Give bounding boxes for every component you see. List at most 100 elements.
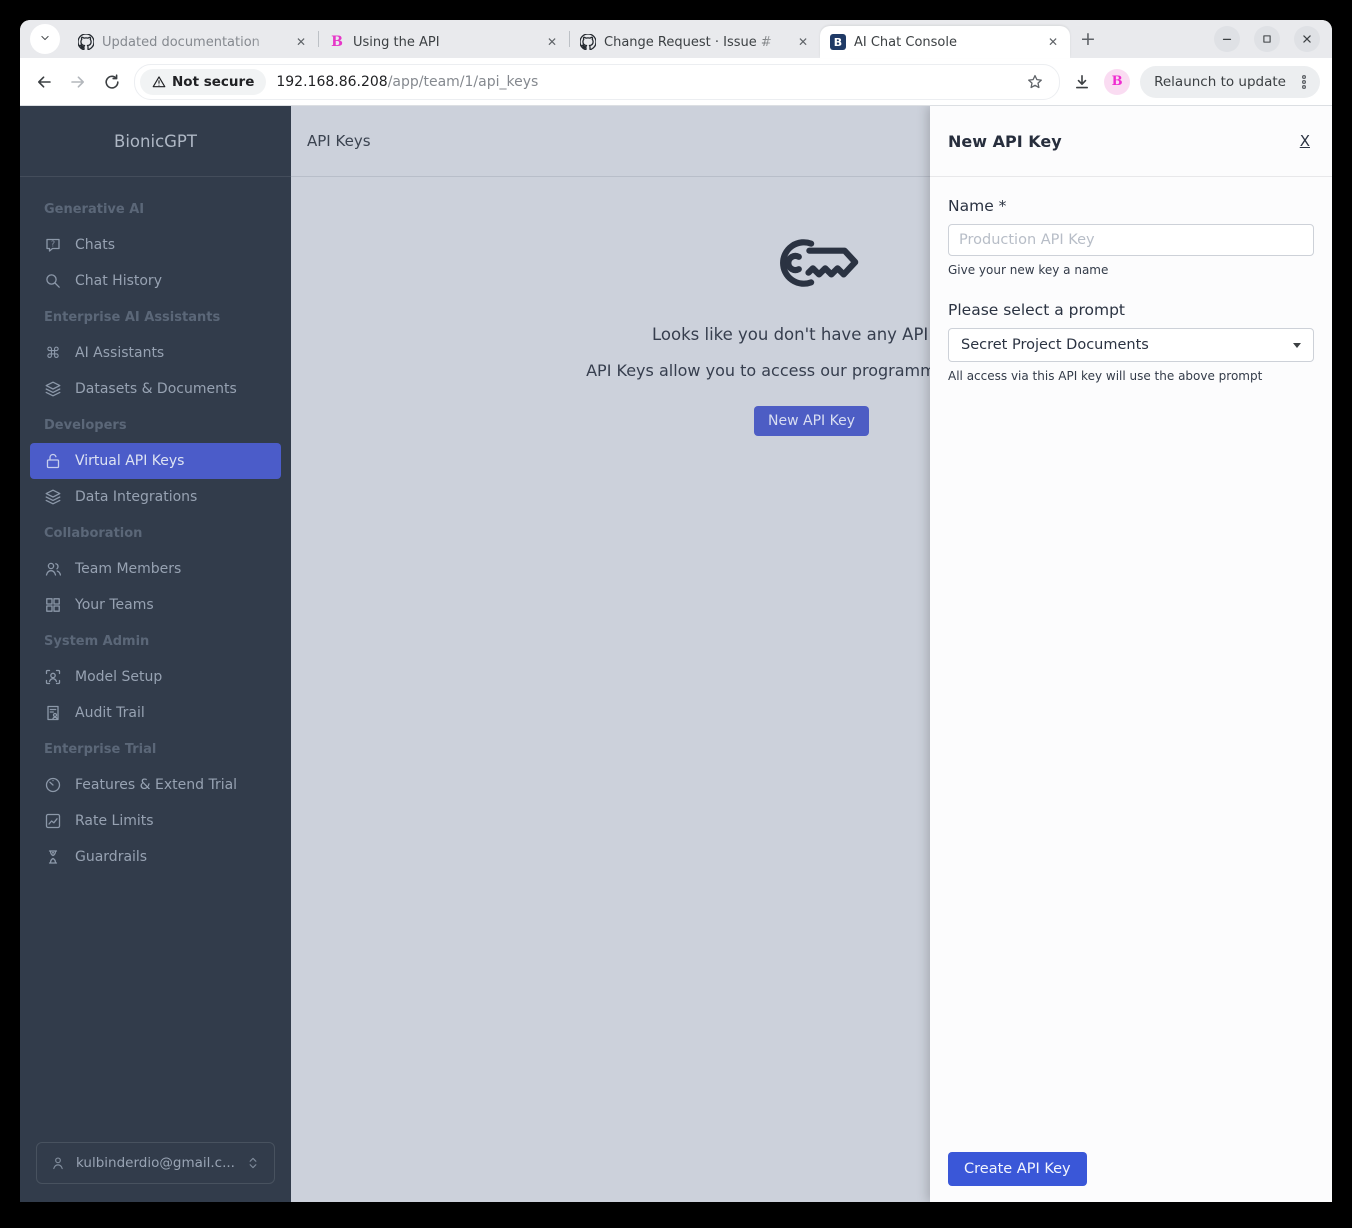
panel-footer: Create API Key <box>930 1136 1332 1202</box>
back-icon[interactable] <box>32 70 56 94</box>
tab-title: Using the API <box>353 34 440 50</box>
nav-section-header: Collaboration <box>44 525 143 541</box>
window-minimize-icon[interactable] <box>1214 26 1240 52</box>
address-bar[interactable]: Not secure 192.168.86.208/app/team/1/api… <box>134 63 1061 100</box>
reload-icon[interactable] <box>100 70 124 94</box>
sidebar-item-label: Chat History <box>75 273 162 289</box>
sidebar-item-label: Model Setup <box>75 669 163 685</box>
sidebar-nav: Generative AI? Chats Chat History Enterpris… <box>20 177 291 1128</box>
prompt-label: Please select a prompt <box>948 301 1126 319</box>
extension-bionicgpt-icon[interactable]: B <box>1104 68 1131 95</box>
sidebar-item-label: AI Assistants <box>75 345 165 361</box>
tab-search-button[interactable] <box>30 24 60 54</box>
empty-state-heading: Looks like you don't have any API keys <box>652 325 971 344</box>
sidebar-item-chats[interactable]: ? Chats <box>30 227 281 263</box>
sidebar-item-label: Virtual API Keys <box>75 453 185 469</box>
prompt-select-value: Secret Project Documents <box>961 337 1149 353</box>
sidebar-item-label: Audit Trail <box>75 705 145 721</box>
sidebar-item-label: Team Members <box>75 561 182 577</box>
nav-section-header: Generative AI <box>44 201 145 217</box>
sidebar-item-rate-limits[interactable]: Rate Limits <box>30 803 281 839</box>
prompt-helper: All access via this API key will use the… <box>948 369 1263 383</box>
tab-close-icon[interactable]: ✕ <box>794 33 812 51</box>
unlock-icon <box>44 452 62 470</box>
sidebar: BionicGPT Generative AI? Chats Chat Histor… <box>20 106 291 1202</box>
sidebar-item-virtual-api-keys[interactable]: Virtual API Keys <box>30 443 281 479</box>
users-icon <box>44 560 62 578</box>
sidebar-item-audit-trail[interactable]: Audit Trail <box>30 695 281 731</box>
security-chip-label: Not secure <box>172 73 255 90</box>
create-api-key-button[interactable]: Create API Key <box>948 1152 1087 1186</box>
user-email: kulbinderdio@gmail.c... <box>76 1155 235 1171</box>
prompt-select[interactable]: Secret Project Documents <box>948 328 1314 362</box>
sidebar-item-your-teams[interactable]: Your Teams <box>30 587 281 623</box>
bionicgpt-pink-icon: B <box>331 34 343 50</box>
download-icon[interactable] <box>1070 70 1094 94</box>
panel-title: New API Key <box>948 131 1062 151</box>
url-host: 192.168.86.208 <box>276 73 388 90</box>
tab-title: Updated documentation <box>102 34 260 50</box>
kebab-menu-icon[interactable] <box>1294 70 1314 94</box>
security-chip[interactable]: Not secure <box>140 68 267 95</box>
sidebar-item-data-integrations[interactable]: Data Integrations <box>30 479 281 515</box>
sidebar-item-features-extend-trial[interactable]: Features & Extend Trial <box>30 767 281 803</box>
tab-close-icon[interactable]: ✕ <box>292 33 310 51</box>
window-close-icon[interactable] <box>1294 26 1320 52</box>
sidebar-item-label: Rate Limits <box>75 813 154 829</box>
sidebar-item-model-setup[interactable]: Model Setup <box>30 659 281 695</box>
sidebar-item-label: Your Teams <box>75 597 154 613</box>
svg-text:⌘: ⌘ <box>46 344 61 362</box>
relaunch-label: Relaunch to update <box>1154 73 1286 90</box>
user-account-selector[interactable]: kulbinderdio@gmail.c... <box>36 1142 275 1184</box>
name-field[interactable] <box>948 224 1314 256</box>
key-icon <box>760 231 864 299</box>
audit-document-icon <box>44 704 62 722</box>
new-api-key-panel: New API Key X Name * Give your new key a… <box>930 106 1332 1202</box>
sidebar-item-ai-assistants[interactable]: ⌘ AI Assistants <box>30 335 281 371</box>
browser-tab[interactable]: Change Request · Issue # ✕ <box>570 26 820 58</box>
chats-icon: ? <box>44 236 62 254</box>
relaunch-to-update-button[interactable]: Relaunch to update <box>1140 65 1320 98</box>
nav-section-header: Developers <box>44 417 127 433</box>
new-tab-button[interactable]: + <box>1074 25 1102 53</box>
name-label: Name * <box>948 197 1007 215</box>
sidebar-item-team-members[interactable]: Team Members <box>30 551 281 587</box>
main-area: API Keys Looks like you don't have any A… <box>291 106 1332 1202</box>
chevron-down-icon <box>1293 342 1301 348</box>
github-icon <box>78 34 94 50</box>
command-icon: ⌘ <box>44 344 62 362</box>
sidebar-item-guardrails[interactable]: Guardrails <box>30 839 281 875</box>
browser-tab[interactable]: B AI Chat Console ✕ <box>820 26 1070 58</box>
browser-tab[interactable]: B Using the API ✕ <box>319 26 569 58</box>
layers-icon <box>44 488 62 506</box>
url-path: /app/team/1/api_keys <box>387 73 539 90</box>
chart-icon <box>44 812 62 830</box>
star-icon[interactable] <box>1023 70 1047 94</box>
sidebar-item-label: Chats <box>75 237 116 253</box>
github-icon <box>580 34 596 50</box>
tab-close-icon[interactable]: ✕ <box>1044 33 1062 51</box>
close-icon[interactable]: X <box>1296 130 1314 152</box>
forward-icon[interactable] <box>66 70 90 94</box>
nav-section-header: Enterprise AI Assistants <box>44 309 221 325</box>
sidebar-item-datasets-documents[interactable]: Datasets & Documents <box>30 371 281 407</box>
sidebar-item-chat-history[interactable]: Chat History <box>30 263 281 299</box>
name-helper: Give your new key a name <box>948 263 1109 277</box>
sidebar-item-label: Guardrails <box>75 849 148 865</box>
browser-tab[interactable]: Updated documentation ✕ <box>68 26 318 58</box>
sidebar-item-label: Datasets & Documents <box>75 381 237 397</box>
new-api-key-button[interactable]: New API Key <box>754 406 869 436</box>
nav-section-header: Enterprise Trial <box>44 741 157 757</box>
page-content: BionicGPT Generative AI? Chats Chat Histor… <box>20 106 1332 1202</box>
url-text: 192.168.86.208/app/team/1/api_keys <box>276 74 1013 90</box>
browser-toolbar: Not secure 192.168.86.208/app/team/1/api… <box>20 58 1332 106</box>
tab-title: Change Request · Issue # <box>604 34 772 50</box>
tab-close-icon[interactable]: ✕ <box>543 33 561 51</box>
person-icon <box>50 1155 66 1171</box>
window-maximize-icon[interactable] <box>1254 26 1280 52</box>
bionicgpt-navy-icon: B <box>830 34 846 50</box>
panel-header: New API Key X <box>930 106 1332 177</box>
grid-icon <box>44 596 62 614</box>
app-brand: BionicGPT <box>20 106 291 177</box>
svg-text:?: ? <box>51 240 55 249</box>
